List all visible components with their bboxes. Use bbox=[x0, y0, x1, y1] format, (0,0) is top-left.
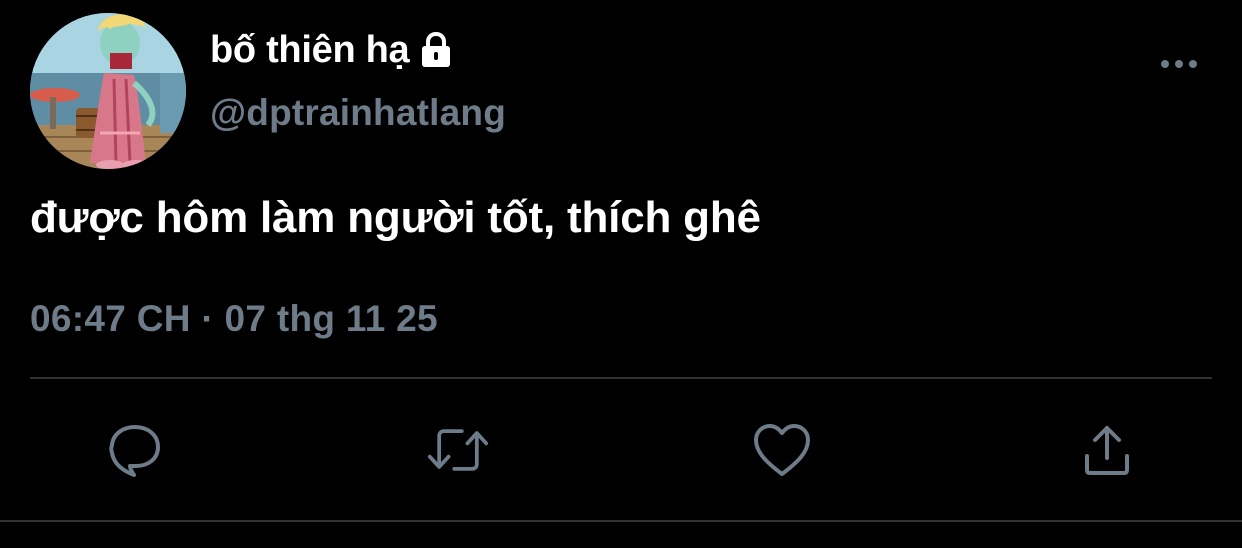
retweet-icon bbox=[427, 429, 489, 471]
divider bbox=[30, 377, 1212, 379]
reply-icon bbox=[109, 425, 160, 477]
retweet-button[interactable] bbox=[426, 418, 490, 482]
share-button[interactable] bbox=[1075, 418, 1139, 482]
like-icon bbox=[754, 424, 810, 476]
tweet-text: được hôm làm người tốt, thích ghê bbox=[30, 193, 761, 242]
tweet-timestamp[interactable]: 06:47 CH · 07 thg 11 25 bbox=[30, 298, 438, 340]
author-block: bố thiên hạ @dptrainhatlang bbox=[210, 26, 506, 134]
reply-button[interactable] bbox=[103, 418, 167, 482]
user-handle[interactable]: @dptrainhatlang bbox=[210, 92, 506, 134]
more-options-button[interactable] bbox=[1156, 52, 1202, 76]
share-icon bbox=[1085, 426, 1129, 475]
display-name[interactable]: bố thiên hạ bbox=[210, 29, 410, 72]
avatar[interactable] bbox=[30, 13, 186, 169]
display-name-row: bố thiên hạ bbox=[210, 26, 506, 74]
like-button[interactable] bbox=[750, 418, 814, 482]
bottom-divider bbox=[0, 520, 1242, 522]
avatar-image bbox=[30, 13, 186, 169]
tweet-card: bố thiên hạ @dptrainhatlang được hôm làm… bbox=[0, 0, 1242, 548]
lock-icon bbox=[419, 32, 453, 68]
more-options-icon bbox=[1161, 60, 1197, 68]
